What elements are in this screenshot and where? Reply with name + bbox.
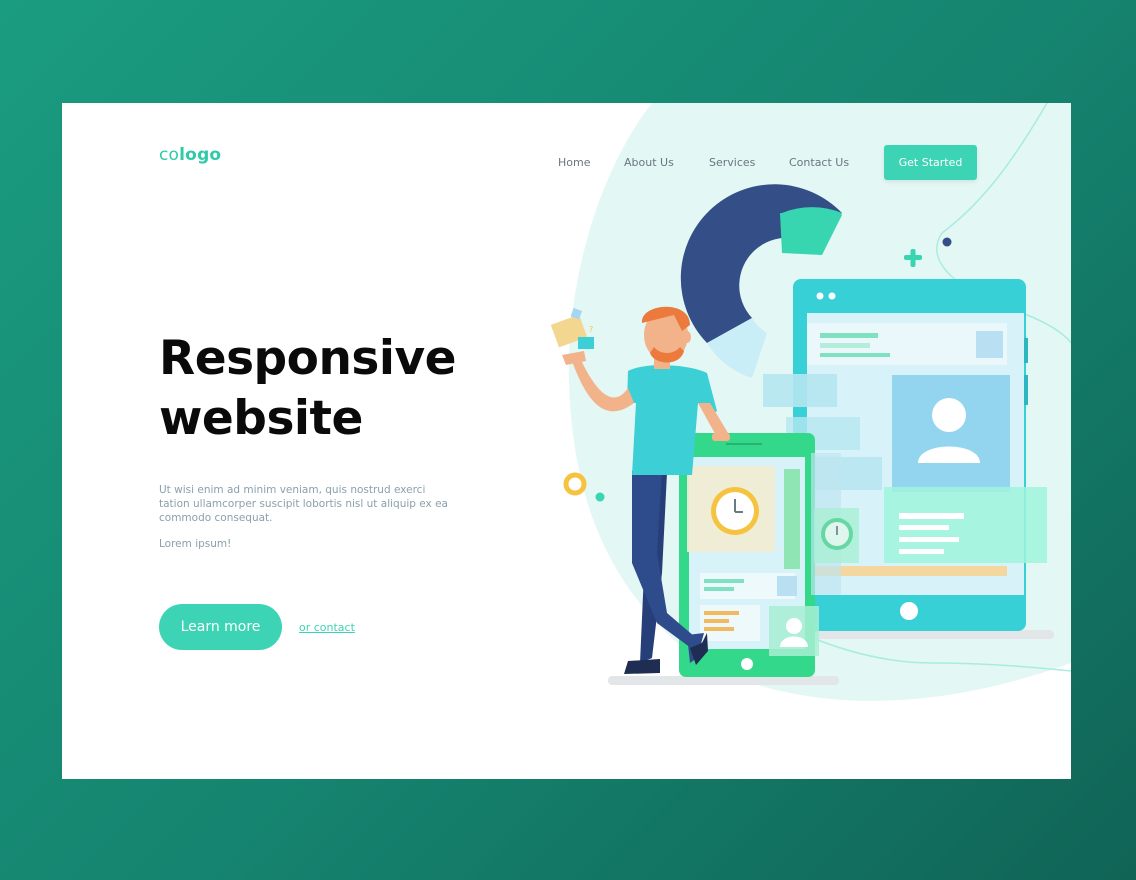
floating-boxes: ? xyxy=(550,307,594,349)
hero-illustration: ? xyxy=(550,184,1054,685)
dot-navy xyxy=(942,237,952,247)
plus-decoration xyxy=(904,249,922,267)
dot-teal xyxy=(595,492,605,502)
svg-text:?: ? xyxy=(589,325,593,334)
floating-panel-1 xyxy=(763,374,837,407)
ring-yellow xyxy=(563,472,587,496)
landing-page-frame: cologo Home About Us Services Contact Us… xyxy=(62,103,1071,779)
